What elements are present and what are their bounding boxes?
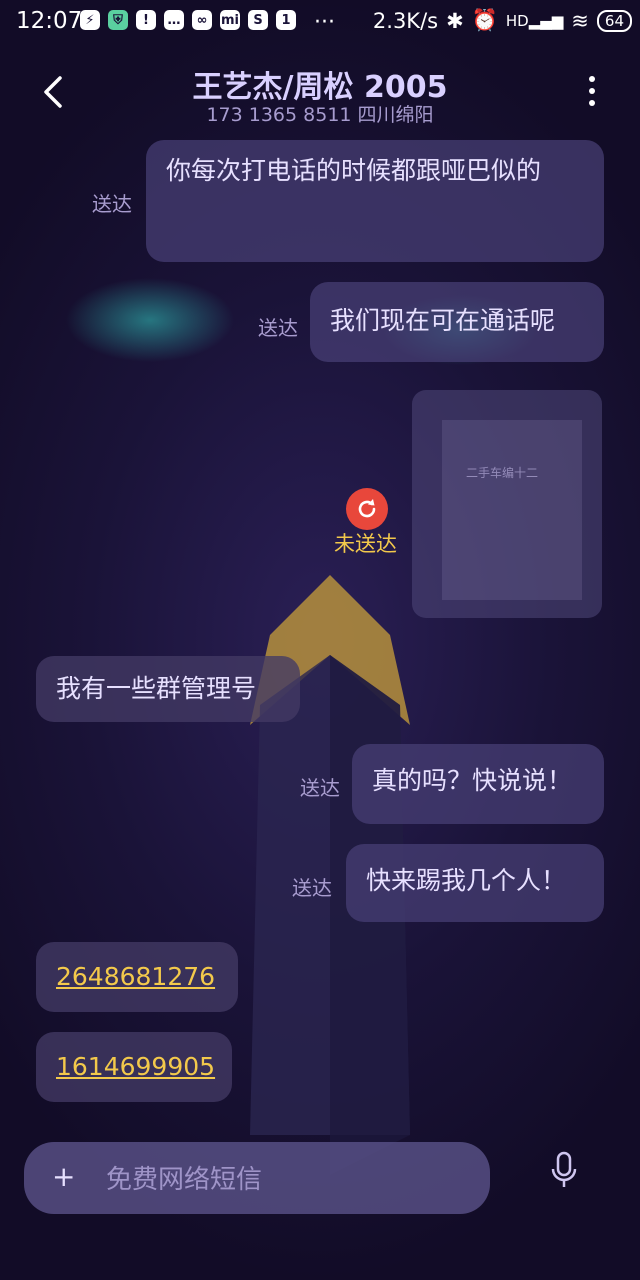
- image-thumbnail: [442, 420, 582, 600]
- status-time: 12:07: [16, 8, 83, 34]
- status-bar: 12:07 ⚡ ⛨ ! … ∞ mi S 1 ··· 2.3K/s ✱ ⏰ HD…: [0, 0, 640, 44]
- message-bubble-sent[interactable]: 我们现在可在通话呢: [310, 282, 604, 362]
- contact-phone-location: 173 1365 8511 四川绵阳: [206, 104, 434, 126]
- battery-icon: 64: [596, 9, 632, 32]
- message-bubble-received[interactable]: 我有一些群管理号: [36, 656, 300, 722]
- message-input-bar[interactable]: + 免费网络短信: [24, 1142, 490, 1214]
- status-right: 2.3K/s ✱ ⏰ HD▂▄▆ ≋ 64: [373, 8, 632, 33]
- notification-icons: ⚡ ⛨ ! … ∞ mi S 1 ···: [80, 10, 335, 35]
- vr-icon: ∞: [192, 10, 212, 30]
- mi-icon: mi: [220, 10, 240, 30]
- more-menu-button[interactable]: [584, 76, 600, 110]
- alarm-icon: ⏰: [471, 8, 498, 32]
- chat-icon: …: [164, 10, 184, 30]
- add-attachment-button[interactable]: +: [52, 1160, 75, 1193]
- message-input[interactable]: 免费网络短信: [106, 1159, 262, 1196]
- wifi-icon: ≋: [571, 8, 589, 33]
- message-bubble-sent[interactable]: 真的吗？快说说！: [352, 744, 604, 824]
- skype-icon: S: [248, 10, 268, 30]
- net-speed: 2.3K/s: [372, 8, 439, 33]
- number-link[interactable]: 2648681276: [56, 962, 215, 991]
- message-status: 送达: [258, 316, 298, 340]
- bluetooth-icon: ✱: [446, 8, 464, 33]
- message-bubble-received: 1614699905: [36, 1032, 232, 1102]
- message-status: 送达: [300, 776, 340, 800]
- message-bubble-received: 2648681276: [36, 942, 238, 1012]
- sim-icon: 1: [276, 10, 296, 30]
- message-status: 送达: [292, 876, 332, 900]
- shield-icon: ⛨: [108, 10, 128, 30]
- message-status: 送达: [92, 192, 132, 216]
- retry-icon[interactable]: [346, 488, 388, 530]
- number-link[interactable]: 1614699905: [56, 1052, 215, 1081]
- alert-icon: !: [136, 10, 156, 30]
- message-bubble-sent[interactable]: 你每次打电话的时候都跟哑巴似的: [146, 140, 604, 262]
- hd-signal-icon: HD▂▄▆: [505, 11, 564, 30]
- image-message[interactable]: 二手车编十二: [412, 390, 602, 618]
- chat-header: 王艺杰/周松 2005 173 1365 8511 四川绵阳: [0, 50, 640, 130]
- microphone-icon[interactable]: [548, 1150, 580, 1190]
- bolt-icon: ⚡: [80, 10, 100, 30]
- more-icon: ···: [314, 10, 335, 35]
- message-bubble-sent[interactable]: 快来踢我几个人！: [346, 844, 604, 922]
- send-failed-label: 未送达: [334, 532, 397, 556]
- image-caption-text: 二手车编十二: [466, 466, 539, 480]
